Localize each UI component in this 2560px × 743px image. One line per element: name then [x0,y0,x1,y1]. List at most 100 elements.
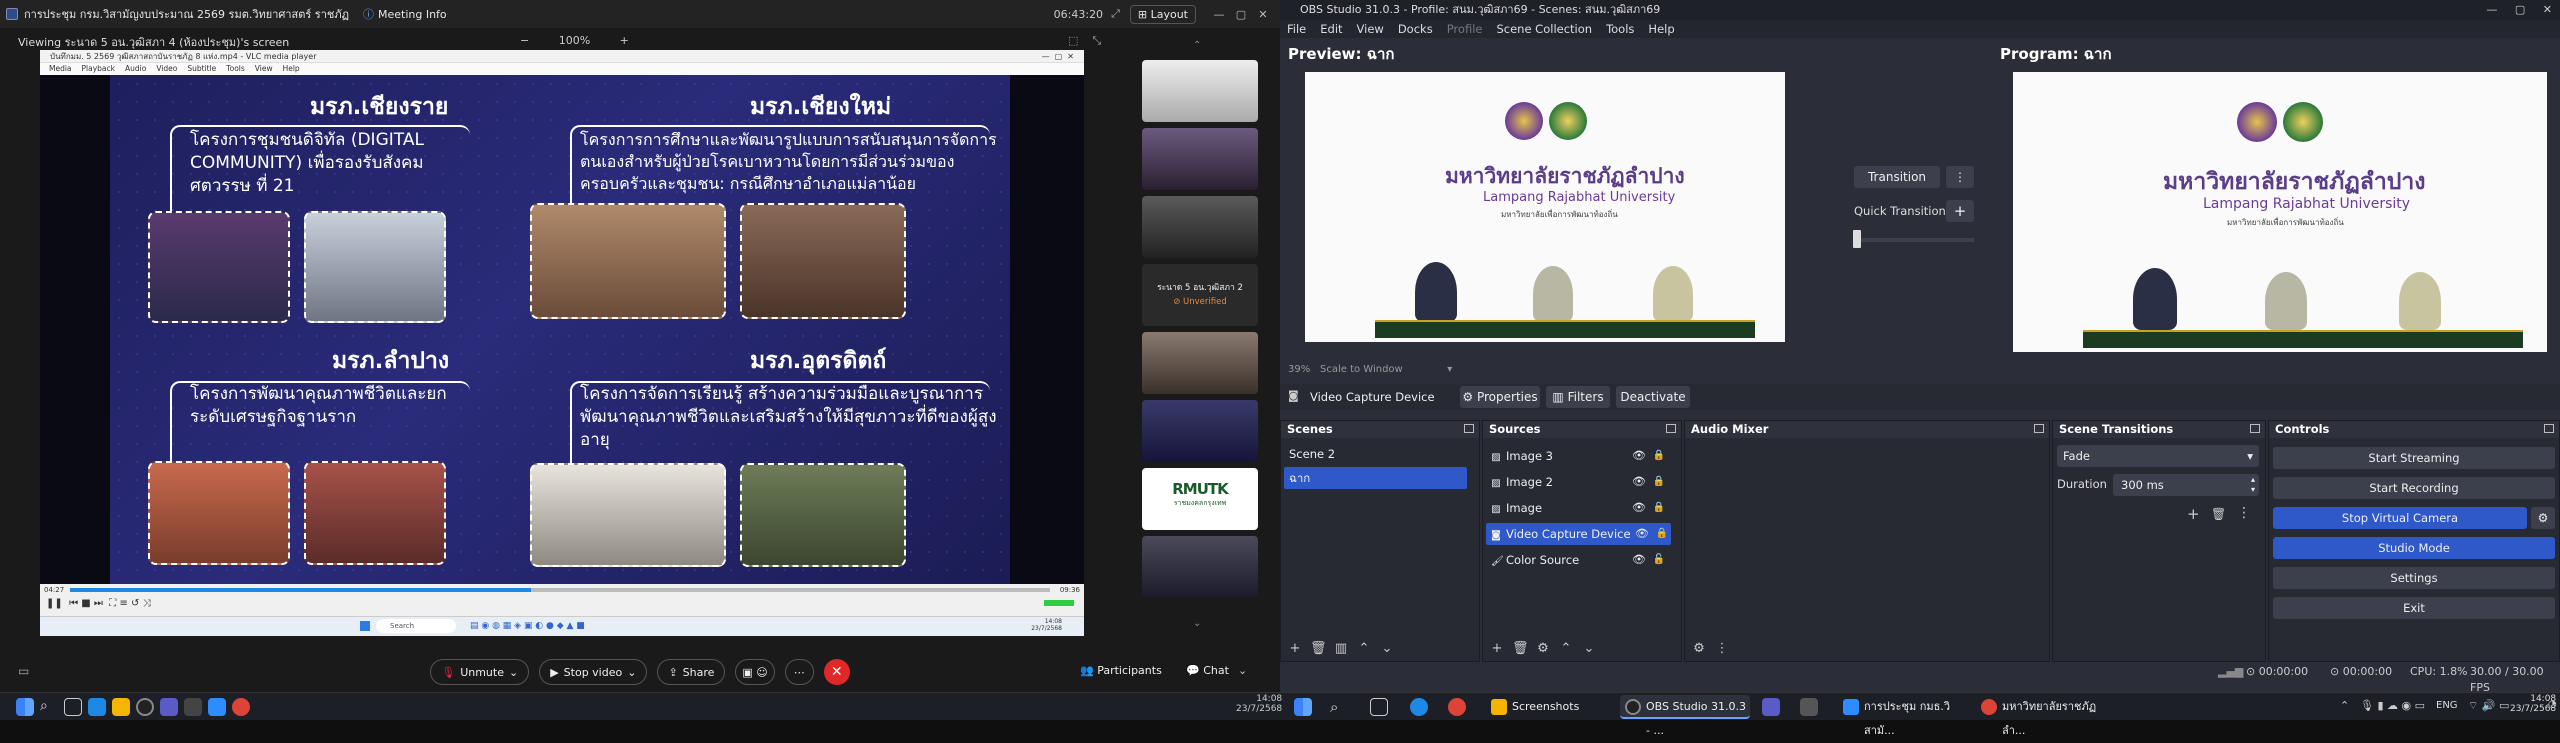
notification-icon[interactable]: ◔ [2548,699,2557,710]
vlc-menu-view[interactable]: View [255,64,273,73]
taskbar-tab-screenshots[interactable]: Screenshots [1486,695,1606,719]
language-indicator[interactable]: ENG [2436,700,2458,711]
chevron-down-icon[interactable]: ⌄ [1238,664,1247,677]
task-view-icon[interactable] [64,698,82,716]
scene-item[interactable]: ฉาก [1284,467,1467,489]
zoom-out-button[interactable]: − [520,34,529,47]
eye-icon[interactable]: 👁 [1632,471,1646,493]
more-button[interactable]: ⋯ [784,659,814,685]
meeting-info-link[interactable]: Meeting Info [378,8,447,21]
scene-item[interactable]: Scene 2 [1284,443,1476,465]
menu-docks[interactable]: Docks [1398,22,1433,36]
vlc-volume[interactable] [1044,600,1074,606]
deactivate-button[interactable]: Deactivate [1616,386,1690,408]
trash-icon[interactable]: 🗑 [2211,507,2226,521]
participant-tile[interactable] [1142,196,1258,258]
plus-icon[interactable]: + [1489,641,1505,656]
file-explorer-icon[interactable] [112,698,130,716]
end-call-button[interactable]: ✕ [823,659,850,685]
more-vert-icon[interactable]: ⋮ [1714,641,1730,656]
chrome-icon[interactable] [1448,698,1466,716]
plus-icon[interactable]: + [2187,505,2200,523]
eye-icon[interactable]: 👁 [1635,523,1649,545]
menu-help[interactable]: Help [1648,22,1674,36]
transition-menu-button[interactable]: ⋮ [1946,166,1974,188]
expand-icon[interactable]: ⤢ [1111,7,1120,21]
exit-button[interactable]: Exit [2273,597,2555,619]
tray-icons[interactable]: 🎙 ▮ ☁ ◉ ▭ [2360,699,2425,712]
spin-arrows-icon[interactable]: ▴ ▾ [2251,475,2255,495]
stop-video-button[interactable]: ▶ Stop video ⌄ [539,659,648,685]
search-icon[interactable]: ⌕ [1330,698,1348,716]
undock-icon[interactable] [1666,424,1676,433]
eye-icon[interactable]: 👁 [1632,445,1646,467]
scale-select[interactable]: Scale to Window ▾ [1320,364,1452,375]
menu-file[interactable]: File [1287,22,1306,36]
participants-button[interactable]: 👥 Participants [1080,664,1162,677]
participant-tile[interactable]: ระนาด 5 อน.วุฒิสภา 2 ⊘ Unverified [1142,264,1258,326]
menu-scene-collection[interactable]: Scene Collection [1496,22,1592,36]
search-icon[interactable]: ⌕ [40,698,58,716]
source-item[interactable]: ◙ Video Capture Device 👁 🔒 [1486,523,1671,545]
obs-window-controls[interactable]: — ▢ ✕ [2486,0,2552,20]
vlc-menu-subtitle[interactable]: Subtitle [187,64,216,73]
maximize-icon[interactable]: ▢ [1230,8,1252,21]
chevron-down-icon[interactable]: ⌄ [509,666,518,679]
start-recording-button[interactable]: Start Recording [2273,477,2555,499]
transition-button[interactable]: Transition [1854,166,1940,188]
minimize-icon[interactable]: — [1208,8,1230,21]
participant-tile[interactable]: RMUTK ราชมงคลกรุงเทพ [1142,468,1258,530]
app-icon[interactable] [184,698,202,716]
start-streaming-button[interactable]: Start Streaming [2273,447,2555,469]
zoom-icon[interactable] [208,698,226,716]
undock-icon[interactable] [2250,424,2260,433]
trash-icon[interactable]: 🗑 [1512,641,1529,656]
undock-icon[interactable] [2544,424,2554,433]
transition-type-select[interactable]: Fade ▾ [2057,445,2259,467]
trash-icon[interactable]: 🗑 [1310,641,1327,656]
lock-icon[interactable]: 🔒 [1653,497,1665,519]
zoom-in-button[interactable]: + [620,34,629,47]
chevron-down-icon[interactable]: ⌄ [627,666,636,679]
chevron-down-icon[interactable]: ⌄ [1193,618,1201,629]
settings-button[interactable]: Settings [2273,567,2555,589]
chat-button[interactable]: 💬 Chat [1186,664,1229,677]
vlc-menu-playback[interactable]: Playback [82,64,115,73]
filter-icon[interactable]: ▥ [1333,641,1349,656]
layout-button[interactable]: ⊞ Layout [1129,4,1196,24]
eye-icon[interactable]: 👁 [1632,497,1646,519]
start-icon[interactable] [16,698,34,716]
filters-button[interactable]: ▥ Filters [1546,386,1610,408]
vlc-play-controls[interactable]: ❚❚ ⏮ ■ ⏭ ⛶ ≡ ↺ ⤨ [46,598,151,609]
virtual-camera-settings-button[interactable]: ⚙ [2531,507,2555,529]
app-icon[interactable] [1762,698,1780,716]
preview-canvas[interactable]: มหาวิทยาลัยราชภัฏลำปาง Lampang Rajabhat … [1305,72,1785,342]
participant-tile[interactable] [1142,332,1258,394]
app-icon[interactable] [160,698,178,716]
taskbar-tab-chrome[interactable]: มหาวิทยาลัยราชภัฏลำ... [1976,695,2116,737]
taskbar-tab-obs[interactable]: OBS Studio 31.0.3 - ... [1620,695,1750,737]
participant-tile[interactable] [1142,60,1258,122]
menu-view[interactable]: View [1357,22,1384,36]
obs-icon[interactable] [136,698,154,716]
add-quick-transition-button[interactable]: + [1946,200,1974,222]
chrome-icon[interactable] [232,698,250,716]
reactions-button[interactable]: ▣ ☺ [735,659,775,685]
arrow-down-icon[interactable]: ⌄ [1379,641,1395,656]
source-item[interactable]: ▨ Image 3 👁 🔒 [1486,445,1678,467]
source-item[interactable]: ▨ Image 2 👁 🔒 [1486,471,1678,493]
lock-icon[interactable]: 🔒 [1653,471,1665,493]
vlc-window-controls[interactable]: — ▢ ✕ [1042,50,1074,63]
undock-icon[interactable] [1464,424,1474,433]
vlc-menu-audio[interactable]: Audio [125,64,146,73]
participant-tile[interactable] [1142,128,1258,190]
taskbar-tab-zoom[interactable]: การประชุม กมธ.วิสามั... [1838,695,1970,737]
vlc-menu-help[interactable]: Help [283,64,300,73]
vlc-seek-bar[interactable] [70,588,1050,592]
arrow-up-icon[interactable]: ⌃ [1558,641,1574,656]
captions-icon[interactable]: ▭ [18,664,29,678]
tbar-slider[interactable] [1854,238,1974,242]
gear-icon[interactable]: ⚙ [1535,641,1551,656]
start-icon[interactable] [1294,698,1312,716]
unlock-icon[interactable]: 🔓 [1653,549,1665,571]
